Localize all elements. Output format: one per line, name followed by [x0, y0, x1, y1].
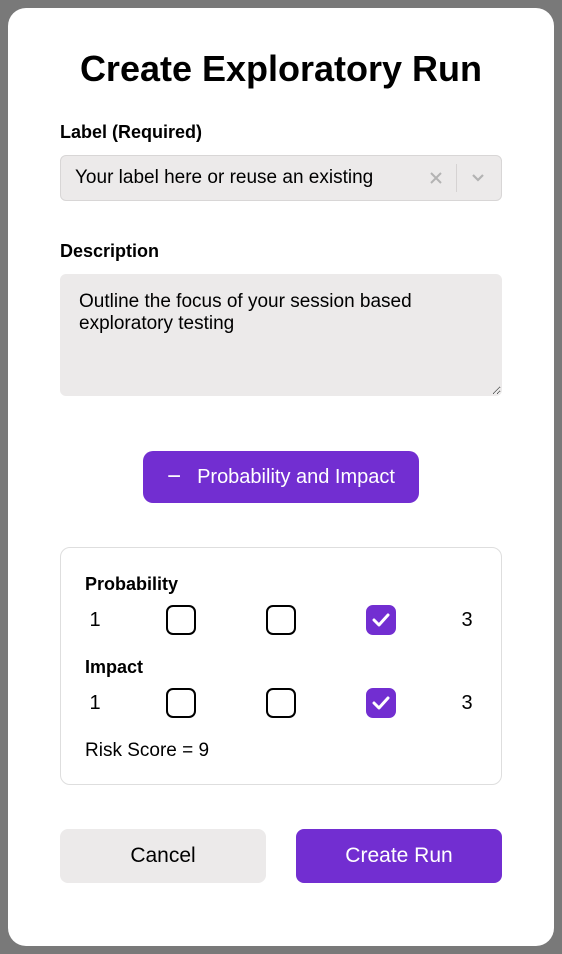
probability-checkbox-2[interactable] [266, 605, 296, 635]
create-run-button[interactable]: Create Run [296, 829, 502, 883]
description-field-label: Description [60, 241, 502, 262]
modal-title: Create Exploratory Run [60, 48, 502, 90]
impact-max: 3 [457, 692, 477, 715]
probability-checkbox-group [166, 605, 396, 635]
probability-checkbox-3[interactable] [366, 605, 396, 635]
modal-actions: Cancel Create Run [60, 829, 502, 883]
minus-icon: − [167, 465, 181, 489]
probability-label: Probability [85, 574, 477, 595]
label-field-group: Label (Required) Your label here or reus… [60, 122, 502, 241]
probability-min: 1 [85, 609, 105, 632]
create-exploratory-run-modal: Create Exploratory Run Label (Required) … [8, 8, 554, 946]
description-field-group: Description [60, 241, 502, 451]
impact-min: 1 [85, 692, 105, 715]
probability-impact-toggle-button[interactable]: − Probability and Impact [143, 451, 419, 503]
impact-checkbox-3[interactable] [366, 688, 396, 718]
probability-checkbox-1[interactable] [166, 605, 196, 635]
clear-icon[interactable] [420, 167, 452, 190]
probability-max: 3 [457, 609, 477, 632]
label-field-label: Label (Required) [60, 122, 502, 143]
impact-checkbox-1[interactable] [166, 688, 196, 718]
impact-label: Impact [85, 657, 477, 678]
chevron-down-icon[interactable] [461, 173, 491, 183]
cancel-button[interactable]: Cancel [60, 829, 266, 883]
label-combobox[interactable]: Your label here or reuse an existing [60, 155, 502, 201]
description-textarea[interactable] [60, 274, 502, 396]
impact-checkbox-group [166, 688, 396, 718]
combo-separator [456, 164, 457, 192]
risk-score-text: Risk Score = 9 [85, 740, 477, 762]
impact-row: 1 3 [85, 688, 477, 718]
probability-impact-panel: Probability 1 3 Impact 1 3 Risk Score = … [60, 547, 502, 785]
impact-checkbox-2[interactable] [266, 688, 296, 718]
label-combobox-value: Your label here or reuse an existing [75, 167, 420, 189]
toggle-button-label: Probability and Impact [197, 466, 395, 489]
probability-row: 1 3 [85, 605, 477, 635]
